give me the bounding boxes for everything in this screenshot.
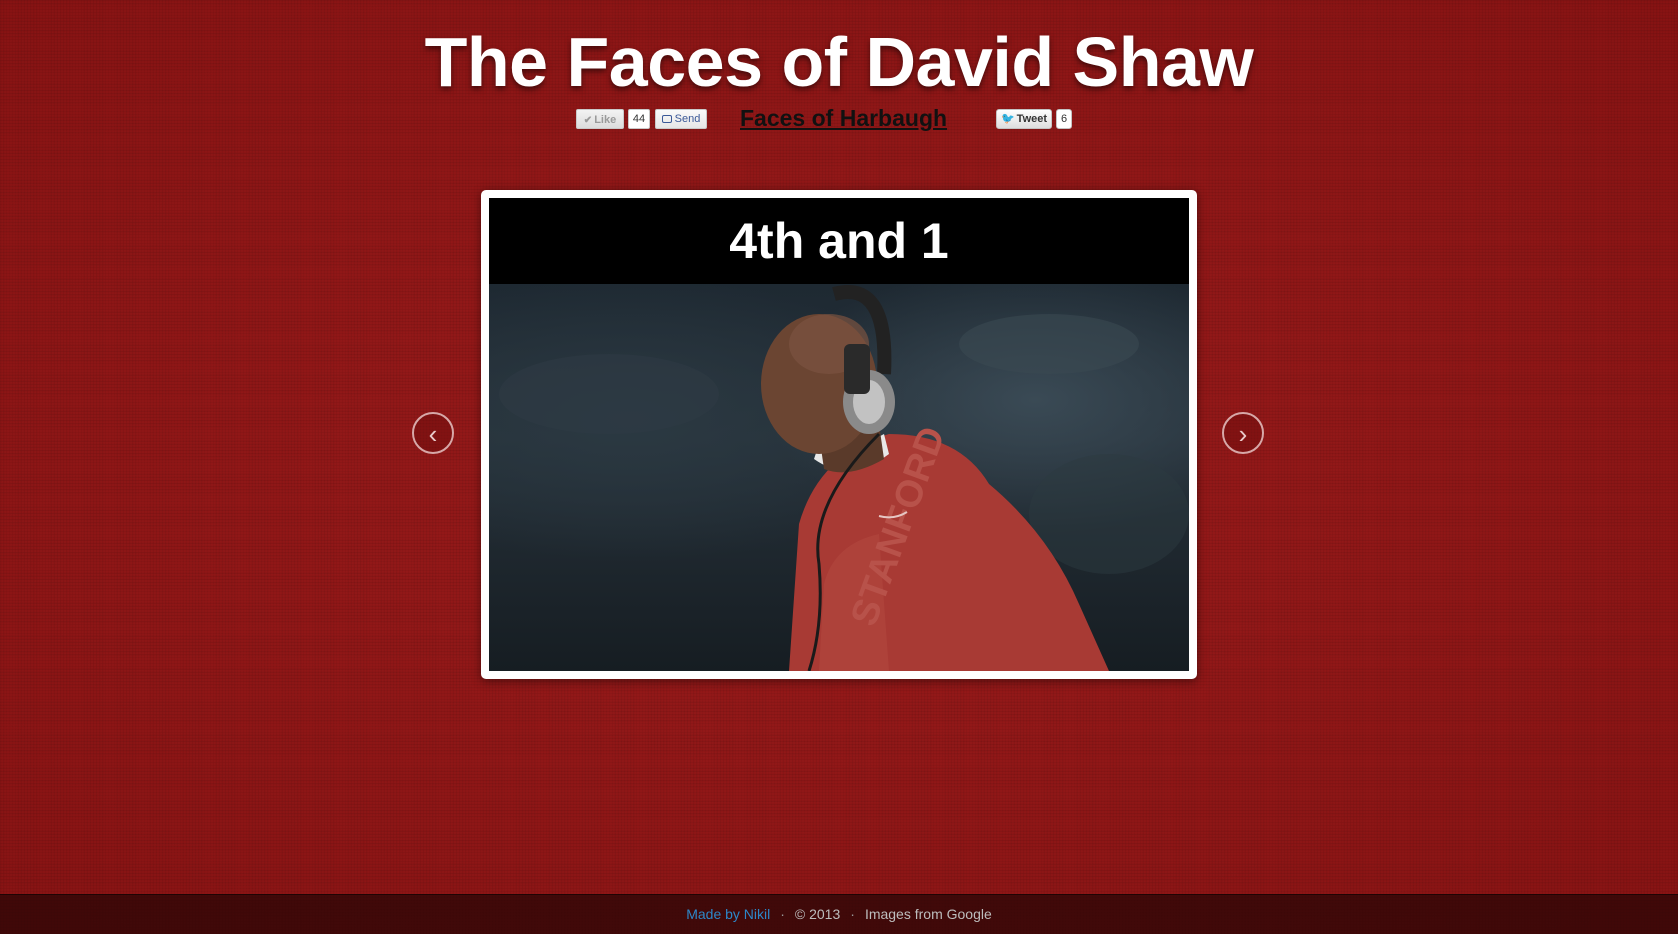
coach-photo-illustration: STANFORD xyxy=(499,285,1189,671)
check-icon: ✔ xyxy=(583,115,593,126)
footer-separator: · xyxy=(850,906,855,922)
like-label: Like xyxy=(594,114,617,126)
like-count: 44 xyxy=(628,109,650,129)
tweet-button[interactable]: 🐦 Tweet xyxy=(996,109,1052,129)
slide-caption: 4th and 1 xyxy=(489,198,1189,284)
copyright-text: © 2013 xyxy=(794,906,841,922)
tweet-label: Tweet xyxy=(1016,113,1048,125)
send-label: Send xyxy=(674,113,701,125)
chevron-left-icon: ‹ xyxy=(428,419,438,449)
made-by-link[interactable]: Made by Nikil xyxy=(686,906,770,922)
faces-of-harbaugh-link[interactable]: Faces of Harbaugh xyxy=(740,105,947,132)
slide: 4th and 1 STANFORD xyxy=(489,198,1189,671)
social-bar: ✔ Like 44 Send Faces of Harbaugh 🐦 Tweet 6 xyxy=(576,105,1076,131)
twitter-bird-icon: 🐦 xyxy=(1000,113,1015,125)
facebook-send-button[interactable]: Send xyxy=(655,109,707,129)
slide-frame: 4th and 1 STANFORD xyxy=(481,190,1197,679)
previous-slide-button[interactable]: ‹ xyxy=(412,412,454,454)
chevron-right-icon: › xyxy=(1238,419,1248,449)
image-credit: Images from Google xyxy=(864,906,992,922)
tweet-count: 6 xyxy=(1056,109,1072,129)
next-slide-button[interactable]: › xyxy=(1222,412,1264,454)
page-title: The Faces of David Shaw xyxy=(424,23,1254,101)
slide-photo: STANFORD xyxy=(489,284,1189,671)
footer: Made by Nikil · © 2013 · Images from Google xyxy=(0,894,1678,934)
speech-bubble-icon xyxy=(661,115,672,123)
facebook-like-button[interactable]: ✔ Like xyxy=(576,109,624,129)
footer-separator: · xyxy=(780,906,785,922)
